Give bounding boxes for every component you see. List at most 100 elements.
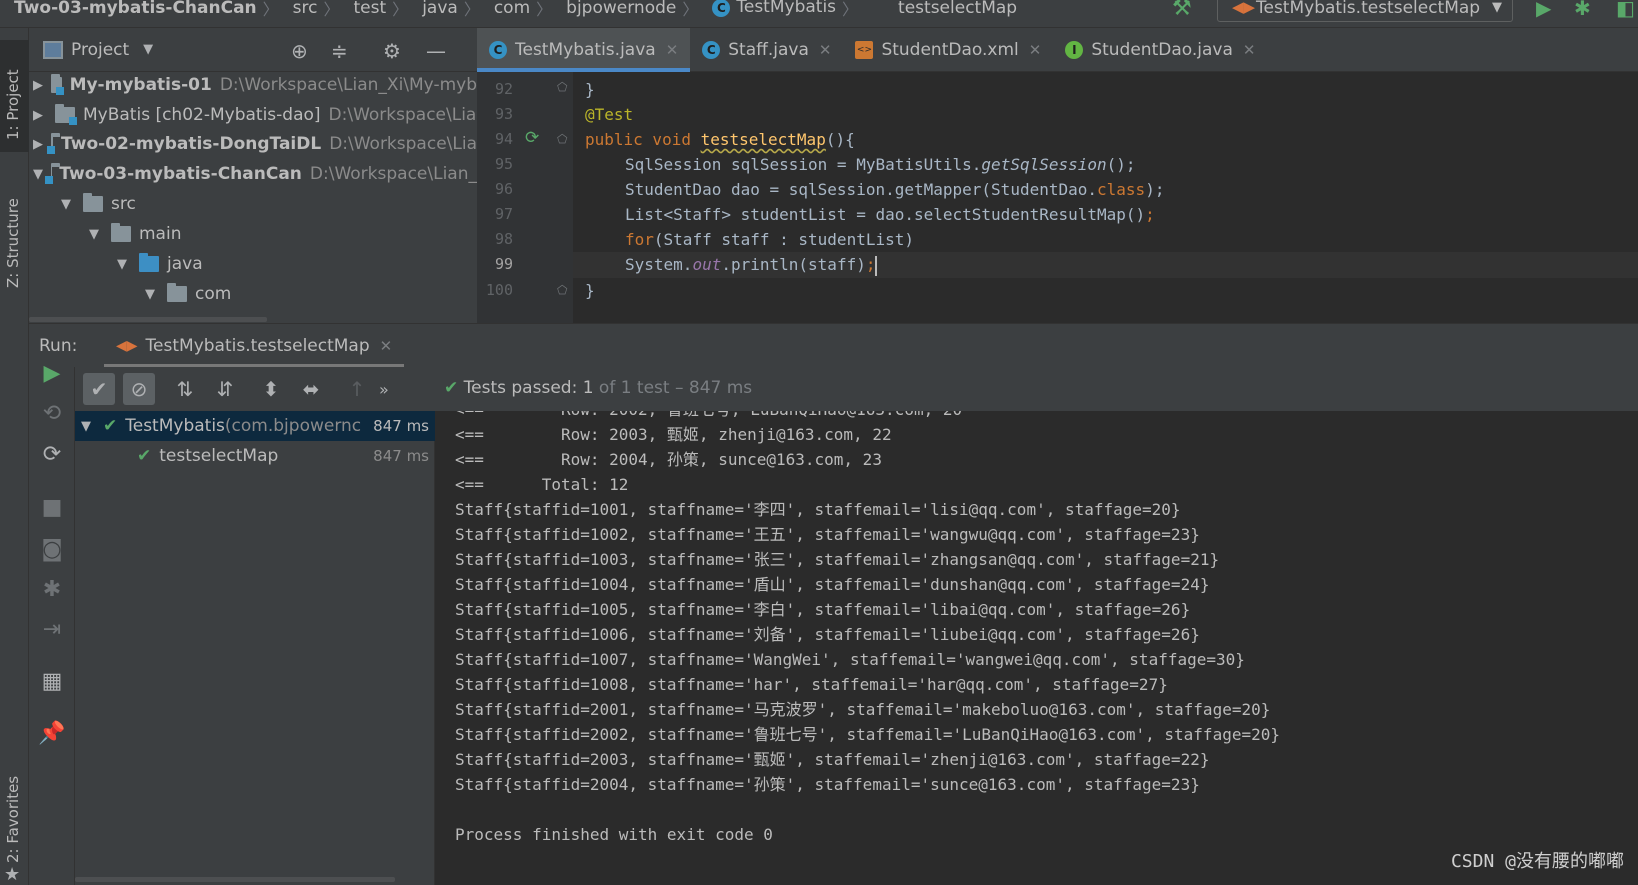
fold-icon[interactable]: ⬠ (557, 132, 567, 146)
previous-test-button[interactable]: ↑ (341, 373, 373, 405)
breadcrumb-project[interactable]: Two-03-mybatis-ChanCan (0, 0, 263, 16)
hammer-icon[interactable]: ⚒ (1172, 0, 1192, 21)
test-config-icon: ◀▶ (116, 338, 138, 354)
tab-studentdao-xml[interactable]: <> StudentDao.xml ✕ (843, 28, 1053, 72)
module-folder-icon (55, 104, 77, 125)
coverage-icon[interactable]: ◧ (1616, 0, 1635, 20)
console-line: Staff{staffid=1003, staffname='张三', staf… (455, 550, 1220, 569)
layout-icon[interactable]: ▦ (29, 669, 75, 694)
tree-item-folder[interactable]: ▼ com (29, 279, 477, 309)
tree-item-project[interactable]: ▶ My-mybatis-01 D:\Workspace\Lian_Xi\My-… (29, 70, 477, 100)
chevron-down-icon: ▼ (89, 226, 99, 242)
line-number: 100 (485, 281, 513, 299)
breadcrumb-bjpowernode[interactable]: bjpowernode (552, 0, 682, 16)
console-line: Staff{staffid=1001, staffname='李四', staf… (455, 500, 1181, 519)
structure-tool-tab[interactable]: Z: Structure (0, 168, 29, 288)
fold-icon[interactable]: ⬠ (557, 80, 567, 94)
test-case-row[interactable]: ✔ testselectMap 847 ms (75, 441, 435, 471)
line-number: 99 (494, 255, 513, 273)
collapse-all-icon[interactable]: ≑ (331, 39, 348, 63)
collapse-all-button[interactable]: ⬌ (295, 373, 327, 405)
run-side-toolbar: ▶ ⟲ ⟳ ■ ◙ ✱ ⇥ ▦ 📌 (29, 361, 75, 885)
line-number: 94 (494, 130, 513, 148)
expand-all-button[interactable]: ⬍ (255, 373, 287, 405)
tree-item-project[interactable]: ▼ Two-03-mybatis-ChanCan D:\Workspace\Li… (29, 159, 477, 189)
tree-item-folder[interactable]: ▼ java (29, 249, 477, 279)
chevron-right-icon: 〉 (262, 0, 279, 19)
close-icon[interactable]: ✕ (380, 337, 393, 355)
tab-testmybatis-java[interactable]: C TestMybatis.java ✕ (477, 28, 691, 72)
toggle-auto-test-icon[interactable]: ⟳ (29, 442, 75, 467)
debug-icon[interactable]: ✱ (1574, 0, 1591, 20)
breadcrumb-testmybatis[interactable]: C TestMybatis (698, 0, 842, 17)
show-ignored-button[interactable]: ⊘ (123, 373, 155, 405)
favorites-tool-tab[interactable]: 2: Favorites (0, 748, 29, 868)
console-line: <== Row: 2003, 甄姬, zhenji@163.com, 22 (455, 425, 892, 444)
tree-item-folder[interactable]: ▼ src (29, 189, 477, 219)
tree-item-project[interactable]: ▶ MyBatis [ch02-Mybatis-dao] D:\Workspac… (29, 100, 477, 130)
folder-icon (111, 223, 131, 242)
chevron-down-icon: ▼ (1492, 0, 1502, 15)
console-line: <== Total: 12 (455, 475, 629, 494)
import-icon[interactable]: ⇥ (29, 617, 75, 642)
tree-item-folder[interactable]: ▼ main (29, 219, 477, 249)
chevron-right-icon: 〉 (323, 0, 340, 19)
line-number: 92 (494, 80, 513, 98)
sort-duration-button[interactable]: ⇵ (209, 373, 241, 405)
console-line: Staff{staffid=1005, staffname='李白', staf… (455, 600, 1191, 619)
sort-alpha-button[interactable]: ⇅ (169, 373, 201, 405)
tree-item-project[interactable]: ▶ Two-02-mybatis-DongTaiDL D:\Workspace\… (29, 129, 477, 159)
camera-icon[interactable]: ◙ (29, 537, 75, 562)
watermark: CSDN @没有腰的嘟嘟 (1450, 851, 1624, 872)
breadcrumb-com[interactable]: com (480, 0, 536, 16)
run-label: Run: (39, 335, 78, 356)
breadcrumb-src[interactable]: src (279, 0, 324, 16)
line-number: 97 (494, 205, 513, 223)
rerun-failed-icon[interactable]: ⟲ (29, 401, 75, 426)
code-line: } (585, 281, 595, 300)
rerun-icon[interactable]: ▶ (29, 361, 75, 386)
chevron-right-icon: ▶ (33, 77, 43, 93)
project-tool-tab[interactable]: 1: Project (0, 40, 29, 152)
editor-gutter: 92 93 94 95 96 97 98 99 100 ⟳ ⬠ ⬠ ⬠ (477, 72, 573, 323)
close-icon[interactable]: ✕ (1243, 41, 1256, 59)
stop-icon[interactable]: ■ (29, 495, 75, 520)
gear-icon[interactable]: ⚙ (383, 39, 401, 63)
chevron-down-icon[interactable]: ▼ (143, 42, 153, 57)
console-output[interactable]: <== Row: 2002, 鲁班七号, LuBanQiHao@163.com,… (435, 411, 1638, 885)
more-icon[interactable]: » (379, 380, 389, 399)
chevron-right-icon: 〉 (463, 0, 480, 19)
locate-icon[interactable]: ⊕ (291, 39, 308, 63)
hide-icon[interactable]: — (426, 39, 446, 63)
bug-icon[interactable]: ✱ (29, 577, 75, 602)
project-panel-header: Project ▼ ⊕ ≑ ⚙ — (29, 28, 477, 72)
breadcrumb-java[interactable]: java (408, 0, 464, 16)
breadcrumb-method[interactable]: testselectMap (858, 0, 1023, 16)
close-icon[interactable]: ✕ (819, 41, 832, 59)
tab-studentdao-java[interactable]: I StudentDao.java ✕ (1053, 28, 1267, 72)
show-passed-button[interactable]: ✔ (83, 373, 115, 405)
horizontal-scrollbar[interactable] (29, 317, 267, 322)
star-icon: ★ (4, 864, 21, 885)
test-status: ✔ Tests passed: 1 of 1 test – 847 ms (444, 378, 753, 398)
run-tab-testselectmap[interactable]: ◀▶ TestMybatis.testselectMap ✕ (104, 324, 405, 368)
run-test-gutter-icon[interactable]: ⟳ (525, 128, 539, 148)
pin-icon[interactable]: 📌 (29, 721, 75, 746)
close-icon[interactable]: ✕ (1029, 41, 1042, 59)
run-icon[interactable]: ▶ (1536, 0, 1551, 20)
chevron-down-icon: ▼ (33, 166, 43, 182)
code-editor[interactable]: } @Test public void testselectMap(){ Sql… (573, 72, 1638, 323)
horizontal-scrollbar[interactable] (75, 877, 395, 882)
code-line: List<Staff> studentList = dao.selectStud… (625, 205, 1155, 224)
chevron-right-icon: 〉 (536, 0, 553, 19)
run-configuration-select[interactable]: ◀▶ TestMybatis.testselectMap ▼ (1217, 0, 1513, 22)
breadcrumb-test[interactable]: test (340, 0, 393, 16)
project-view-label[interactable]: Project (71, 40, 129, 60)
test-suite-row[interactable]: ▼ ✔ TestMybatis (com.bjpowernc 847 ms (75, 411, 435, 441)
tab-staff-java[interactable]: C Staff.java ✕ (690, 28, 843, 72)
run-configuration-label: TestMybatis.testselectMap (1256, 0, 1481, 18)
navigation-bar: Two-03-mybatis-ChanCan 〉 src 〉 test 〉 ja… (0, 0, 1638, 28)
console-line: Staff{staffid=2002, staffname='鲁班七号', st… (455, 725, 1280, 744)
close-icon[interactable]: ✕ (666, 41, 679, 59)
fold-icon[interactable]: ⬠ (557, 283, 567, 297)
